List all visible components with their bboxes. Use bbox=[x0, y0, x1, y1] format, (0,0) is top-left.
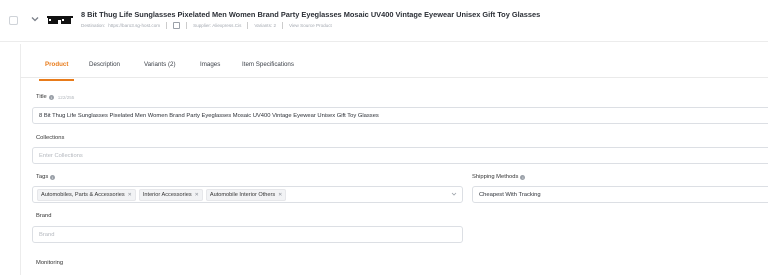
meta-destination-label: Destination: bbox=[81, 23, 106, 28]
meta-separator bbox=[186, 22, 188, 29]
meta-separator bbox=[282, 22, 283, 29]
remove-tag-icon[interactable]: ✕ bbox=[278, 192, 282, 198]
tag-chip: Interior Accessories ✕ bbox=[138, 188, 203, 201]
shipping-method-value: Cheapest With Tracking bbox=[479, 191, 541, 198]
tag-chip: Automobiles, Parts & Accessories ✕ bbox=[37, 188, 136, 201]
tab-divider bbox=[20, 77, 768, 78]
meta-separator bbox=[247, 22, 249, 29]
title-input[interactable]: 8 Bit Thug Life Sunglasses Pixelated Men… bbox=[32, 107, 768, 124]
view-source-link[interactable]: View Source Product bbox=[289, 23, 332, 28]
brand-label: Brand bbox=[36, 213, 52, 219]
info-icon: i bbox=[50, 174, 56, 180]
tags-label-row: Tags i bbox=[36, 174, 56, 180]
product-title: 8 Bit Thug Life Sunglasses Pixelated Men… bbox=[81, 10, 541, 19]
tag-chip: Automobile Interior Others ✕ bbox=[205, 188, 287, 201]
remove-tag-icon[interactable]: ✕ bbox=[128, 192, 132, 198]
tag-chip-label: Interior Accessories bbox=[142, 191, 192, 198]
shipping-label: Shipping Methods bbox=[472, 174, 519, 180]
meta-destination-link[interactable]: https://baro3.sg-host.com bbox=[108, 23, 160, 28]
tab-product[interactable]: Product bbox=[38, 55, 75, 81]
collections-placeholder: Enter Collections bbox=[39, 152, 83, 159]
shipping-method-select[interactable]: Cheapest With Tracking bbox=[472, 186, 768, 203]
info-icon: i bbox=[520, 174, 526, 180]
meta-separator bbox=[166, 22, 168, 29]
product-meta: Destination: https://baro3.sg-host.com S… bbox=[81, 22, 332, 29]
note-icon[interactable] bbox=[173, 22, 181, 29]
tab-description[interactable]: Description bbox=[89, 55, 120, 68]
collections-label: Collections bbox=[36, 135, 65, 141]
shipping-label-row: Shipping Methods i bbox=[472, 174, 526, 180]
info-icon: i bbox=[48, 94, 54, 100]
title-label-row: Title i 122/255 bbox=[36, 94, 74, 100]
dropdown-arrow-icon[interactable] bbox=[451, 191, 457, 197]
tags-select[interactable]: Automobiles, Parts & Accessories ✕ Interi… bbox=[32, 186, 463, 203]
monitoring-label: Monitoring bbox=[36, 260, 64, 266]
brand-input[interactable]: Brand bbox=[32, 226, 463, 243]
meta-supplier: Supplier: Aliexpress.Cis bbox=[193, 23, 242, 28]
title-char-count: 122/255 bbox=[57, 94, 75, 100]
tab-images[interactable]: Images bbox=[200, 55, 220, 68]
tab-variants[interactable]: Variants (2) bbox=[144, 55, 176, 68]
tag-chip-label: Automobiles, Parts & Accessories bbox=[41, 191, 125, 198]
collections-input[interactable]: Enter Collections bbox=[32, 147, 768, 164]
remove-tag-icon[interactable]: ✕ bbox=[195, 192, 199, 198]
product-header: 8 Bit Thug Life Sunglasses Pixelated Men… bbox=[0, 0, 768, 42]
tags-label: Tags bbox=[36, 174, 49, 180]
title-input-value: 8 Bit Thug Life Sunglasses Pixelated Men… bbox=[39, 112, 379, 119]
brand-placeholder: Brand bbox=[39, 231, 55, 238]
title-label: Title bbox=[36, 94, 47, 100]
tag-chip-label: Automobile Interior Others bbox=[209, 191, 276, 198]
chevron-down-icon[interactable] bbox=[30, 14, 40, 24]
sunglasses-thumbnail bbox=[47, 16, 73, 24]
tab-item-specifications[interactable]: Item Specifications bbox=[242, 55, 294, 68]
select-checkbox[interactable] bbox=[9, 16, 18, 25]
meta-variants: Variants: 2 bbox=[254, 23, 276, 28]
